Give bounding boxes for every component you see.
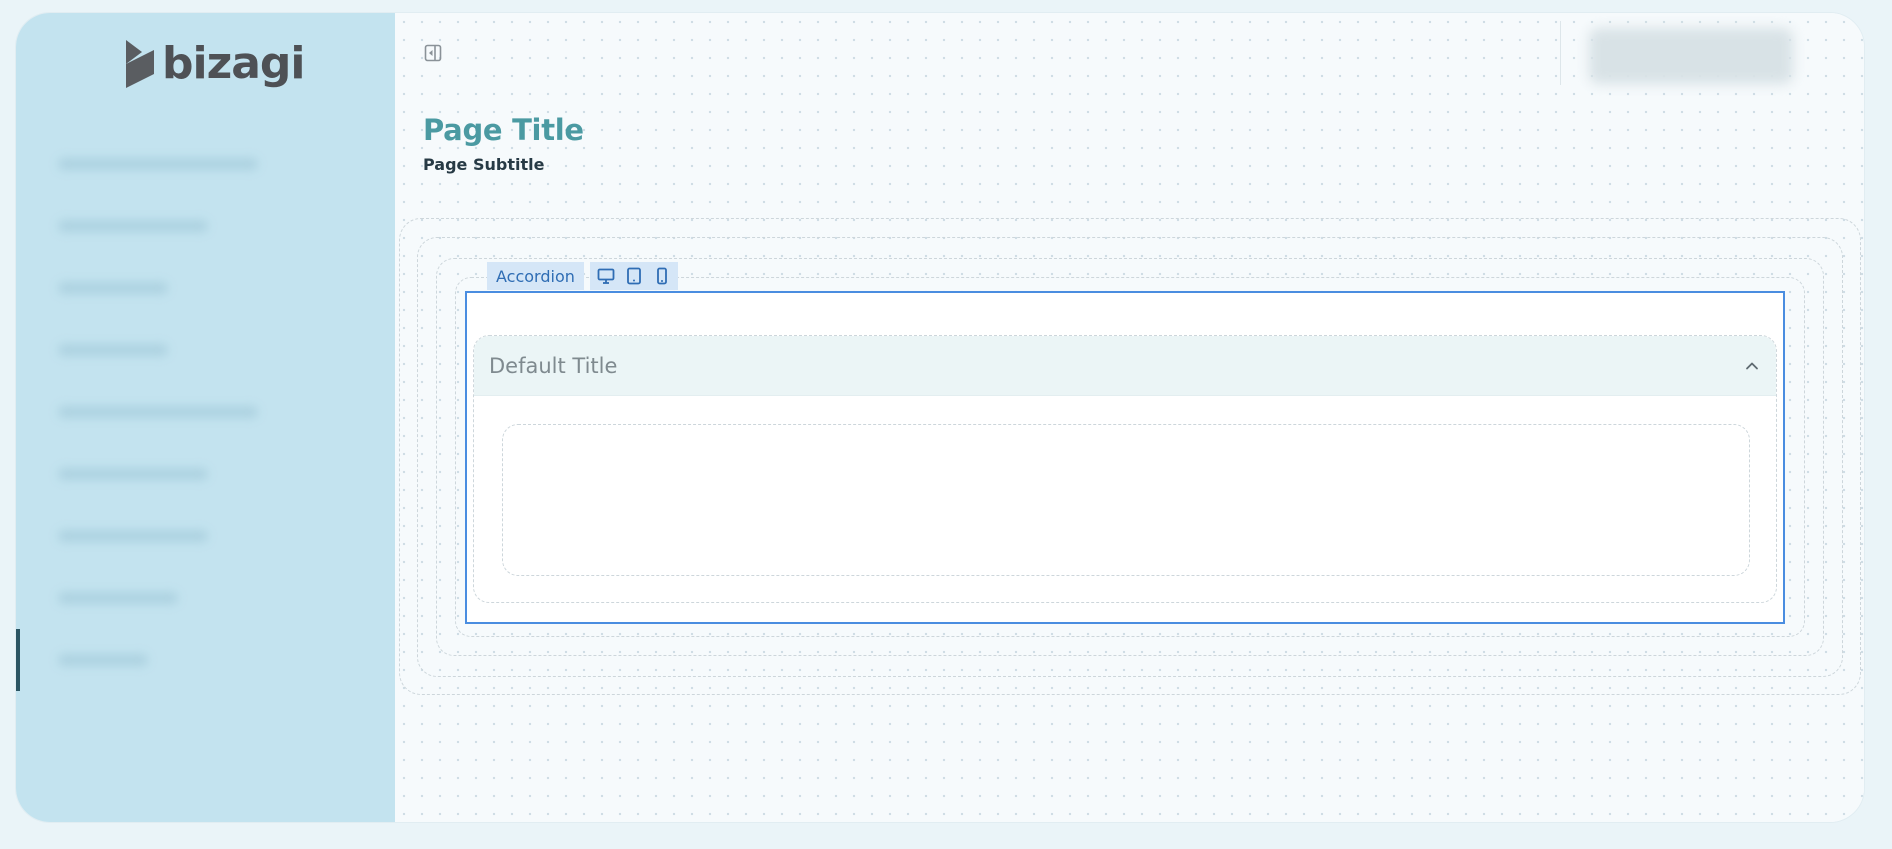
sidebar-item-6[interactable] [38,443,378,505]
sidebar-item-7[interactable] [38,505,378,567]
blurred-label [58,592,178,604]
app-window: bizagi Page Title Page Subtitle Accordio… [16,13,1864,822]
selected-accordion-frame[interactable]: Default Title [465,291,1785,624]
accordion-header[interactable]: Default Title [474,336,1776,396]
bizagi-logo-icon [126,40,154,88]
sidebar-item-1[interactable] [38,133,378,195]
control-type-label[interactable]: Accordion [487,262,584,290]
tablet-icon[interactable] [625,267,643,285]
sidebar-item-2[interactable] [38,195,378,257]
blurred-label [58,654,148,666]
page-title: Page Title [423,113,584,147]
header-divider [1560,21,1561,85]
panel-collapse-button[interactable] [423,43,443,63]
blurred-label [58,468,208,480]
bizagi-logo: bizagi [124,38,305,89]
sidebar-nav [16,133,378,691]
sidebar-item-3[interactable] [38,257,378,319]
brand-name: bizagi [162,38,305,89]
chevron-up-icon[interactable] [1744,358,1760,374]
sidebar-item-9-active[interactable] [16,629,378,691]
accordion: Default Title [473,335,1777,603]
sidebar-item-4[interactable] [38,319,378,381]
sidebar: bizagi [16,13,395,822]
avatar[interactable] [1589,28,1793,84]
sidebar-item-5[interactable] [38,381,378,443]
accordion-title: Default Title [489,353,618,378]
accordion-content-dropzone[interactable] [502,424,1750,576]
page-subtitle: Page Subtitle [423,155,545,174]
blurred-label [58,344,168,356]
sidebar-item-8[interactable] [38,567,378,629]
blurred-label [58,282,168,294]
mobile-icon[interactable] [653,267,671,285]
panel-collapse-icon [424,44,442,62]
device-preview-toggles [589,262,678,290]
blurred-label [58,530,208,542]
blurred-label [58,220,208,232]
control-toolbar: Accordion [487,262,678,290]
form-canvas: Page Title Page Subtitle Accordion Defau… [395,13,1864,822]
blurred-label [58,158,258,170]
desktop-icon[interactable] [597,267,615,285]
blurred-label [58,406,258,418]
